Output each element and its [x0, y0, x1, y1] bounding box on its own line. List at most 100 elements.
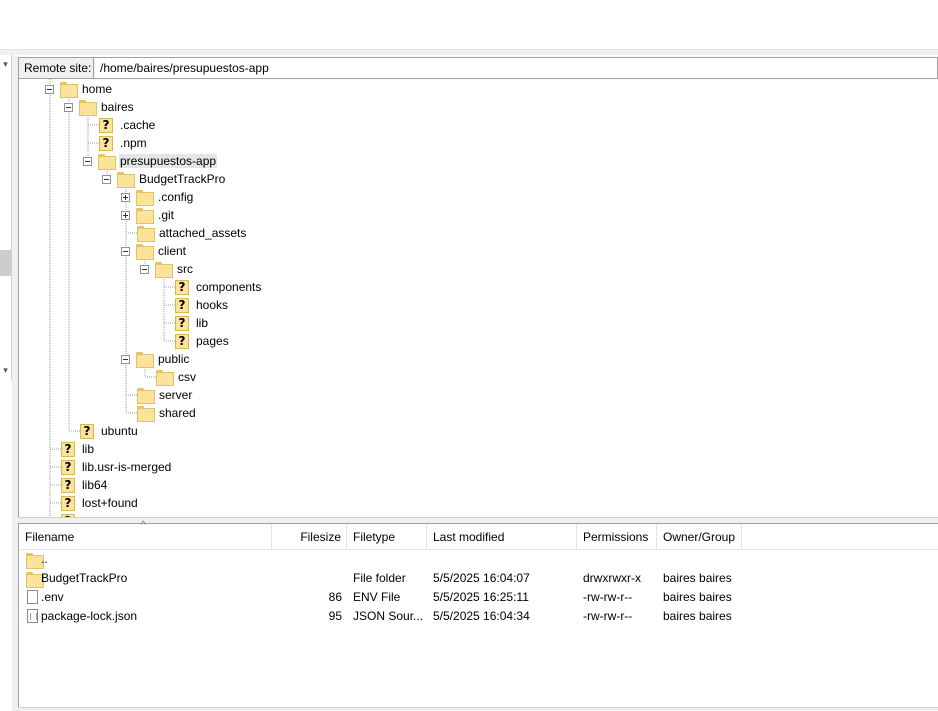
tree-node-budgettrackpro[interactable]: BudgetTrackPro: [102, 170, 226, 188]
tree-node-npm[interactable]: ? .npm: [99, 134, 148, 152]
local-panel-scrollbar[interactable]: ▾ ▾: [0, 55, 12, 381]
folder-icon: [156, 370, 174, 386]
folder-icon: [136, 190, 154, 206]
tree-node-label: lib: [82, 442, 95, 456]
tree-node-label: home: [82, 82, 113, 96]
expand-icon[interactable]: [121, 192, 130, 202]
tree-node-pages[interactable]: ? pages: [175, 332, 230, 350]
remote-file-list: ^ Filename Filesize Filetype Last modifi…: [18, 520, 938, 711]
tree-node-label: .cache: [120, 118, 156, 132]
tree-node-git[interactable]: .git: [121, 206, 175, 224]
tree-node-baires[interactable]: baires: [64, 98, 135, 116]
tree-node-label: baires: [101, 100, 134, 114]
folder-icon: [137, 226, 155, 242]
tree-node-label: shared: [159, 406, 196, 420]
file-row-parent[interactable]: ..: [19, 550, 938, 569]
expand-icon[interactable]: [121, 210, 130, 220]
file-name: ..: [41, 552, 48, 566]
folder-icon: [26, 572, 44, 588]
file-list-header: ^ Filename Filesize Filetype Last modifi…: [19, 520, 938, 550]
top-panel-area: [0, 0, 938, 50]
file-permissions: -rw-rw-r--: [583, 609, 633, 623]
tree-node-label: csv: [178, 370, 196, 384]
folder-icon: [137, 406, 155, 422]
tree-node-server[interactable]: server: [137, 386, 193, 404]
unknown-folder-icon: ?: [61, 477, 75, 493]
file-size: [272, 569, 342, 588]
tree-node-shared[interactable]: shared: [137, 404, 197, 422]
tree-node-components[interactable]: ? components: [175, 278, 262, 296]
file-row[interactable]: package-lock.json 95 JSON Sour... 5/5/20…: [19, 607, 938, 626]
collapse-icon[interactable]: [121, 246, 130, 256]
collapse-icon[interactable]: [140, 264, 149, 274]
tree-node-label: lib.usr-is-merged: [82, 460, 172, 474]
scroll-up-icon[interactable]: ▾: [0, 59, 11, 70]
collapse-icon[interactable]: [102, 174, 111, 184]
tree-node-lib64[interactable]: ? lib64: [61, 476, 108, 494]
tree-node-lib[interactable]: ? lib: [175, 314, 209, 332]
file-permissions: -rw-rw-r--: [583, 590, 633, 604]
column-header-last-modified[interactable]: Last modified: [427, 524, 577, 550]
column-header-owner-group[interactable]: Owner/Group: [657, 524, 742, 550]
tree-node-label: attached_assets: [159, 226, 247, 240]
tree-node-label: server: [159, 388, 193, 402]
tree-node-client[interactable]: client: [121, 242, 187, 260]
collapse-icon[interactable]: [121, 354, 130, 364]
scroll-down-icon[interactable]: ▾: [0, 365, 11, 376]
folder-icon: [26, 553, 44, 569]
unknown-folder-icon: ?: [175, 315, 189, 331]
tree-node-public[interactable]: public: [121, 350, 190, 368]
unknown-folder-icon: ?: [99, 135, 113, 151]
folder-icon: [98, 154, 116, 170]
remote-site-label: Remote site:: [19, 58, 94, 78]
file-owner: baires baires: [663, 609, 732, 623]
tree-node-cache[interactable]: ? .cache: [99, 116, 156, 134]
tree-node-label: .npm: [120, 136, 147, 150]
collapse-icon[interactable]: [64, 102, 73, 112]
tree-node-label: presupuestos-app: [119, 154, 218, 168]
json-file-icon: [27, 609, 38, 623]
file-permissions: drwxrwxr-x: [583, 571, 641, 585]
file-name: BudgetTrackPro: [41, 571, 128, 585]
collapse-icon[interactable]: [45, 84, 54, 94]
tree-node-attached-assets[interactable]: attached_assets: [137, 224, 247, 242]
tree-node-label: lib64: [82, 478, 108, 492]
tree-node-lib-usr-is-merged[interactable]: ? lib.usr-is-merged: [61, 458, 172, 476]
tree-node-lib-root[interactable]: ? lib: [61, 440, 95, 458]
tree-node-config[interactable]: .config: [121, 188, 194, 206]
file-owner: baires baires: [663, 590, 732, 604]
tree-node-home[interactable]: home: [45, 80, 113, 98]
collapse-icon[interactable]: [83, 156, 92, 166]
file-row[interactable]: BudgetTrackPro File folder 5/5/2025 16:0…: [19, 569, 938, 588]
tree-connector-lines: [49, 79, 175, 517]
file-owner: baires baires: [663, 571, 732, 585]
file-row[interactable]: .env 86 ENV File 5/5/2025 16:25:11 -rw-r…: [19, 588, 938, 607]
scrollbar-thumb[interactable]: [0, 250, 11, 276]
file-type: File folder: [353, 571, 406, 585]
column-header-permissions[interactable]: Permissions: [577, 524, 657, 550]
tree-node-label: ubuntu: [101, 424, 138, 438]
folder-icon: [136, 208, 154, 224]
unknown-folder-icon: ?: [175, 333, 189, 349]
horizontal-splitter[interactable]: [0, 50, 938, 55]
tree-node-label: client: [158, 244, 187, 258]
remote-site-path-input[interactable]: /home/baires/presupuestos-app: [95, 58, 937, 78]
tree-node-src[interactable]: src: [140, 260, 194, 278]
column-header-filename[interactable]: Filename: [19, 524, 272, 550]
tree-node-lost-found[interactable]: ? lost+found: [61, 494, 139, 512]
unknown-folder-icon: ?: [99, 117, 113, 133]
tree-node-presupuestos-app[interactable]: presupuestos-app: [83, 152, 218, 170]
file-type: JSON Sour...: [353, 609, 424, 623]
tree-node-hooks[interactable]: ? hooks: [175, 296, 229, 314]
tree-node-label: src: [177, 262, 193, 276]
unknown-folder-icon: ?: [61, 495, 75, 511]
unknown-folder-icon: ?: [175, 279, 189, 295]
tree-node-csv[interactable]: csv: [156, 368, 197, 386]
file-size: 95: [328, 609, 342, 623]
folder-icon: [155, 262, 173, 278]
tree-node-ubuntu[interactable]: ? ubuntu: [80, 422, 139, 440]
column-header-filetype[interactable]: Filetype: [347, 524, 427, 550]
tree-node-label: lib: [196, 316, 209, 330]
file-type: ENV File: [353, 590, 401, 604]
column-header-filesize[interactable]: Filesize: [272, 524, 347, 550]
